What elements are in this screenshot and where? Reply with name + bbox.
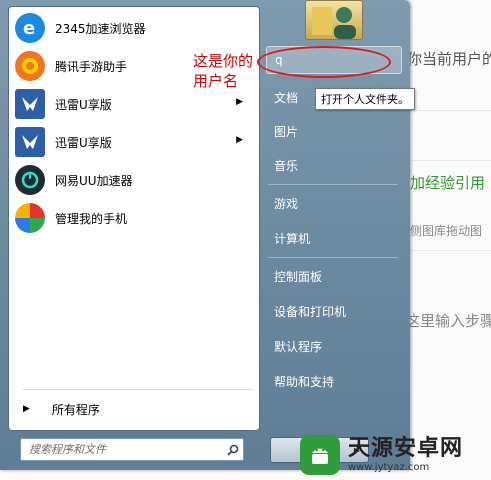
devices-printers-label: 设备和打印机 — [274, 304, 347, 319]
triangle-right-icon: ▶ — [23, 404, 30, 414]
right-separator — [268, 184, 398, 185]
program-item-2345-browser[interactable]: e 2345加速浏览器 — [13, 11, 251, 45]
documents-label: 文档 — [274, 90, 299, 105]
computer-item[interactable]: 计算机 — [266, 225, 402, 251]
search-icon[interactable] — [223, 440, 243, 459]
android-logo-icon — [300, 435, 340, 475]
programs-separator — [23, 389, 253, 390]
program-label: 网易UU加速器 — [55, 173, 133, 188]
devices-printers-item[interactable]: 设备和打印机 — [266, 298, 402, 324]
program-label: 腾讯手游助手 — [55, 59, 128, 74]
music-item[interactable]: 音乐 — [266, 152, 402, 178]
computer-label: 计算机 — [274, 231, 311, 246]
bg-text-drag-image: 侧图库拖动图 — [410, 224, 483, 238]
all-programs-button[interactable]: ▶ 所有程序 — [13, 397, 251, 421]
annotation-text: 这是你的 用户名 — [193, 52, 254, 90]
bg-divider — [405, 250, 491, 251]
control-panel-label: 控制面板 — [274, 269, 323, 284]
bg-divider — [405, 110, 491, 111]
search-input[interactable] — [21, 439, 223, 460]
program-label: 管理我的手机 — [55, 211, 128, 226]
svg-text:e: e — [23, 18, 35, 39]
watermark-url: www.jytyaz.com — [348, 462, 430, 473]
control-panel-item[interactable]: 控制面板 — [266, 263, 402, 289]
all-programs-label: 所有程序 — [51, 402, 100, 417]
tencent-game-icon — [15, 51, 45, 81]
submenu-arrow-icon: ▶ — [236, 97, 243, 107]
program-label: 迅雷U享版 — [55, 97, 112, 112]
highlight-ellipse — [257, 46, 391, 78]
default-programs-item[interactable]: 默认程序 — [266, 333, 402, 359]
program-label: 迅雷U享版 — [55, 135, 112, 150]
games-label: 游戏 — [274, 196, 299, 211]
bg-divider — [405, 160, 491, 161]
bg-text-add-reference[interactable]: 加经验引用 — [410, 172, 485, 193]
program-item-phone-manager[interactable]: 管理我的手机 — [13, 201, 251, 235]
help-support-label: 帮助和支持 — [274, 374, 335, 389]
bg-text-current-user: 你当前用户的 — [407, 50, 491, 68]
watermark: 天源安卓网 www.jytyaz.com — [300, 430, 491, 480]
xunlei-bird-icon — [15, 127, 45, 157]
browser-e-icon: e — [15, 13, 45, 43]
watermark-title: 天源安卓网 — [348, 436, 464, 461]
games-item[interactable]: 游戏 — [266, 190, 402, 216]
search-box — [20, 438, 244, 461]
phone-manager-icon — [15, 203, 45, 233]
program-item-xunlei-1[interactable]: 迅雷U享版 ▶ — [13, 87, 251, 121]
music-label: 音乐 — [274, 158, 299, 173]
default-programs-label: 默认程序 — [274, 339, 323, 354]
right-separator — [268, 257, 398, 258]
user-avatar[interactable] — [305, 0, 363, 40]
xunlei-bird-icon — [15, 89, 45, 119]
tooltip: 打开个人文件夹。 — [315, 88, 415, 110]
uu-accelerator-icon — [15, 165, 45, 195]
bg-text-input-steps[interactable]: 这里输入步骤 — [405, 310, 491, 331]
help-support-item[interactable]: 帮助和支持 — [266, 368, 402, 394]
program-item-xunlei-2[interactable]: 迅雷U享版 ▶ — [13, 125, 251, 159]
pictures-label: 图片 — [274, 124, 299, 139]
program-label: 2345加速浏览器 — [55, 21, 146, 36]
submenu-arrow-icon: ▶ — [236, 135, 243, 145]
program-item-uu-accelerator[interactable]: 网易UU加速器 — [13, 163, 251, 197]
pictures-item[interactable]: 图片 — [266, 118, 402, 144]
